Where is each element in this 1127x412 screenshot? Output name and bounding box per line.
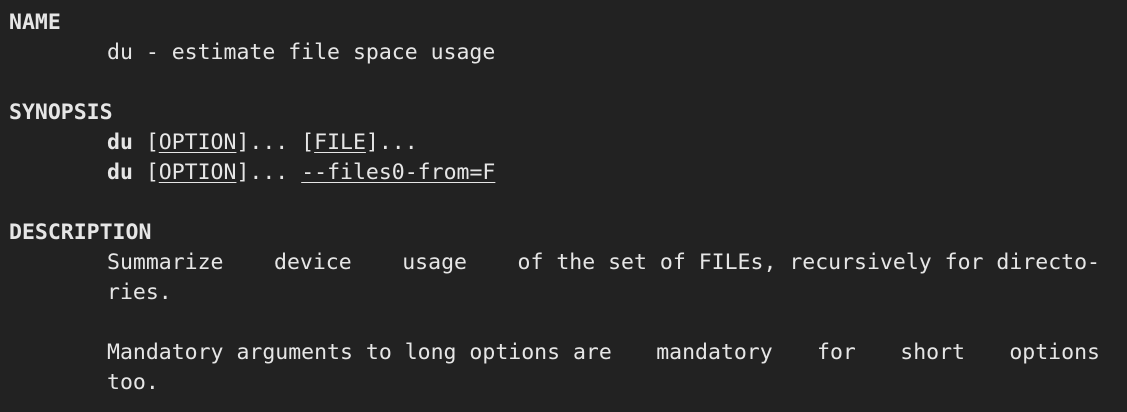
terminal-man-page: NAME du - estimate file space usage SYNO… [0, 0, 1127, 412]
word: mandatory [656, 340, 773, 365]
option-placeholder: OPTION [158, 160, 237, 185]
synopsis-line-1: du [OPTION]... [FILE]... [0, 128, 1127, 158]
description-para1-line1: Summarize device usage of the set of FIL… [0, 248, 1127, 278]
word: Summarize [107, 250, 224, 275]
description-para2-line1: Mandatory arguments to long options are … [0, 338, 1127, 368]
synopsis-text: ]... [365, 130, 418, 155]
word: Mandatory arguments to long options are [107, 340, 612, 365]
word: options [1009, 340, 1100, 365]
command-name: du [107, 130, 133, 155]
description-para1-line2: ries. [107, 280, 172, 305]
file-placeholder: FILE [314, 130, 366, 155]
word: device [274, 250, 352, 275]
option-placeholder: OPTION [158, 130, 237, 155]
word: usage [402, 250, 467, 275]
word: of the set of FILEs, recursively for dir… [517, 250, 1100, 275]
section-heading-description: DESCRIPTION [9, 220, 152, 245]
synopsis-text: ]... [ [236, 130, 315, 155]
word: short [900, 340, 965, 365]
synopsis-text: ]... [236, 160, 302, 185]
command-name: du [107, 160, 133, 185]
section-heading-name: NAME [9, 10, 61, 35]
section-heading-synopsis: SYNOPSIS [9, 100, 113, 125]
files0-from-option: --files0-from=F [301, 160, 496, 185]
description-para2-line2: too. [107, 370, 159, 395]
word: for [817, 340, 856, 365]
name-description: du - estimate file space usage [107, 40, 496, 65]
synopsis-text: [ [132, 130, 159, 155]
synopsis-line-2: du [OPTION]... --files0-from=F [0, 158, 1127, 188]
synopsis-text: [ [132, 160, 159, 185]
